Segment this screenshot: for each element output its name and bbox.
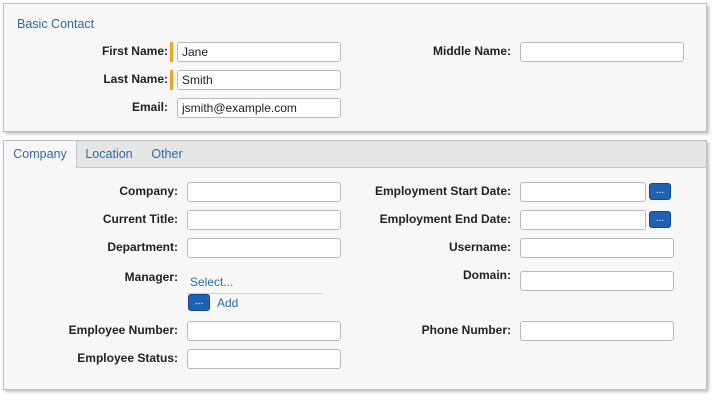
tab-location[interactable]: Location [80,141,138,167]
tab-bar: Company Location Other [4,141,706,168]
employee-status-label: Employee Status: [77,351,178,365]
employment-start-date-field[interactable] [520,182,646,202]
tab-company[interactable]: Company [4,141,77,168]
employment-start-date-picker-button[interactable]: ... [649,183,671,200]
manager-add-link[interactable]: Add [217,296,238,310]
details-tab-panel: Company Location Other Company: Current … [3,140,707,390]
department-label: Department: [107,240,178,254]
middle-name-field[interactable] [520,42,684,62]
phone-number-field[interactable] [520,321,674,341]
email-field[interactable] [177,98,341,118]
required-marker [170,42,173,62]
username-field[interactable] [520,238,674,258]
basic-contact-panel: Basic Contact First Name: Last Name: Ema… [3,3,707,132]
company-label: Company: [119,184,178,198]
manager-label: Manager: [124,270,178,284]
employment-end-date-picker-button[interactable]: ... [649,211,671,228]
required-marker [170,70,173,90]
email-label: Email: [131,100,168,114]
phone-number-label: Phone Number: [421,323,511,337]
current-title-field[interactable] [187,210,341,230]
domain-label: Domain: [463,268,511,282]
employee-number-field[interactable] [187,321,341,341]
first-name-field[interactable] [177,42,341,62]
section-title: Basic Contact [17,17,95,31]
tab-other[interactable]: Other [144,141,190,167]
manager-select[interactable]: Select... [190,275,233,289]
employment-start-date-label: Employment Start Date: [374,184,511,198]
employee-number-label: Employee Number: [68,323,178,337]
employment-end-date-field[interactable] [520,210,646,230]
department-field[interactable] [187,238,341,258]
first-name-label: First Name: [101,44,168,58]
company-field[interactable] [187,182,341,202]
manager-browse-button[interactable]: ... [188,294,210,311]
last-name-field[interactable] [177,70,341,90]
username-label: Username: [448,240,511,254]
last-name-label: Last Name: [103,72,168,86]
middle-name-label: Middle Name: [432,44,511,58]
employment-end-date-label: Employment End Date: [379,212,511,226]
employee-status-field[interactable] [187,349,341,369]
domain-field[interactable] [520,271,674,291]
current-title-label: Current Title: [102,212,178,226]
